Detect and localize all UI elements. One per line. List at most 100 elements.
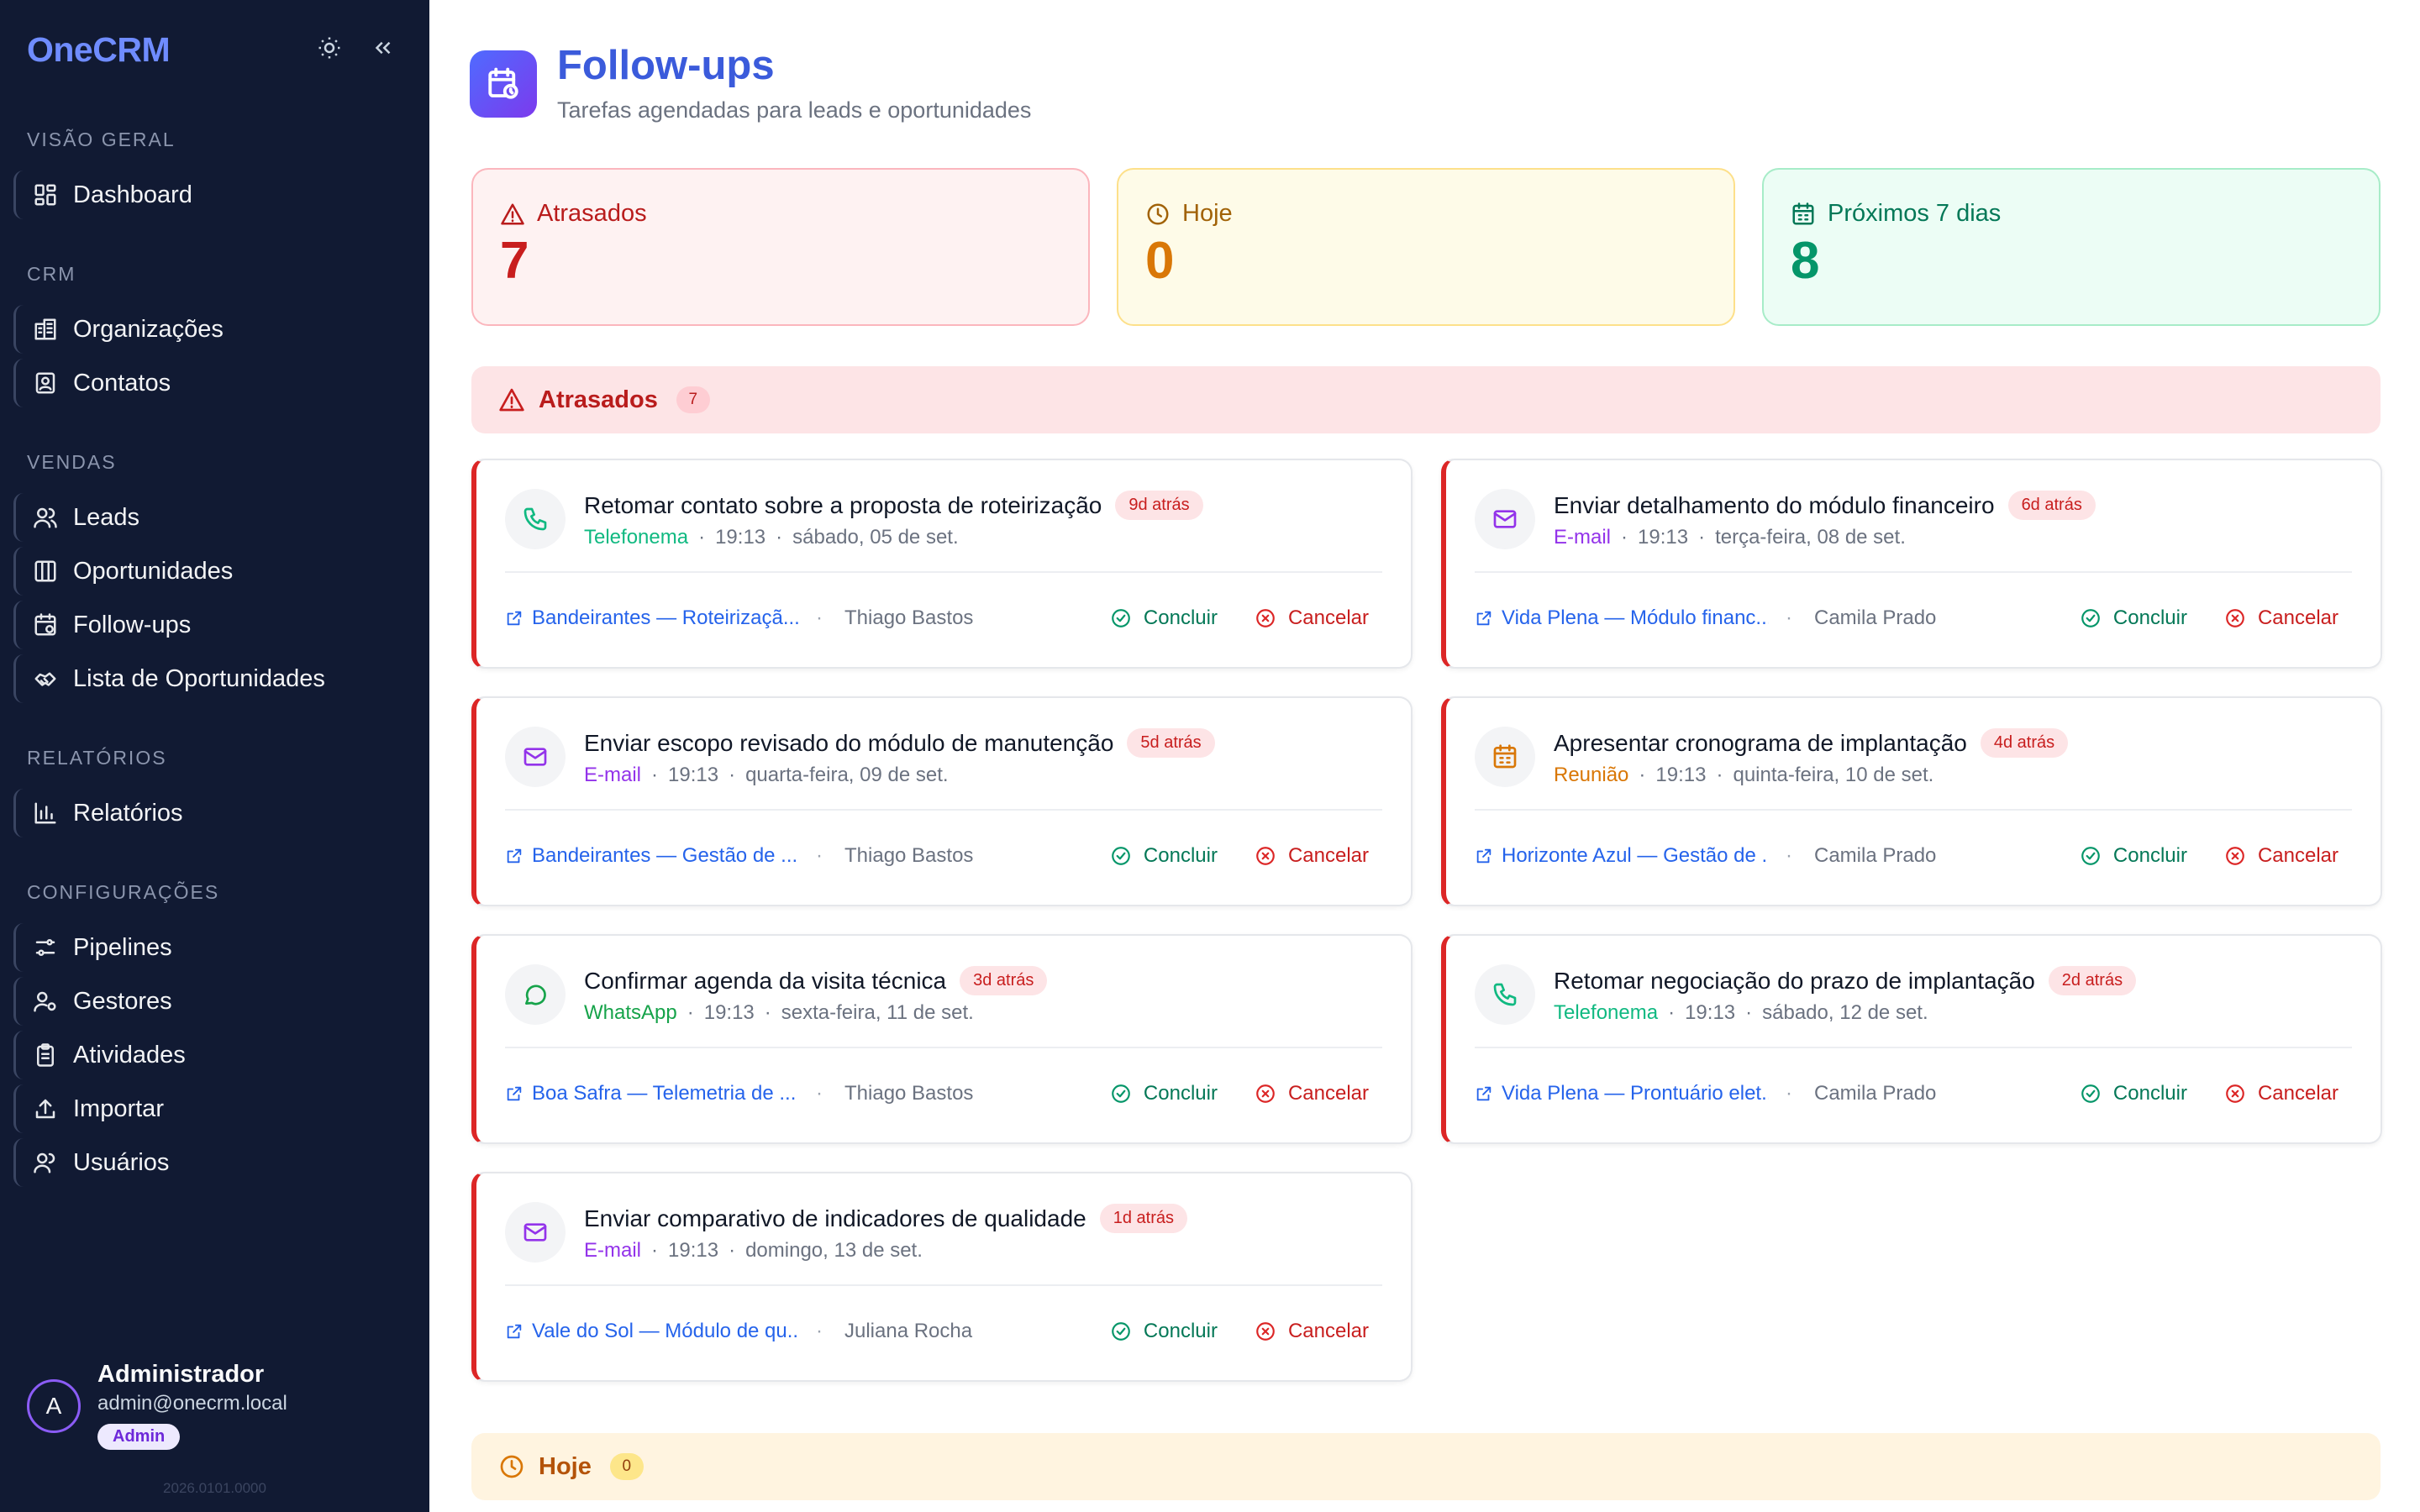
complete-button[interactable]: Concluir	[1110, 606, 1218, 630]
users-icon	[33, 505, 58, 530]
followup-card[interactable]: Retomar contato sobre a proposta de rote…	[471, 459, 1413, 669]
sidebar-item-import[interactable]: Importar	[13, 1084, 417, 1133]
group-header-today[interactable]: Hoje 0	[471, 1433, 2381, 1500]
user-icon	[33, 1150, 58, 1175]
related-record-link[interactable]: Vale do Sol — Módulo de qu...	[505, 1320, 799, 1343]
phone-icon	[523, 507, 547, 531]
section-title-overview: VISÃO GERAL	[27, 129, 176, 150]
cancel-button[interactable]: Cancelar	[1255, 606, 1369, 630]
sidebar-item-label: Organizações	[73, 315, 224, 343]
related-record-link[interactable]: Vida Plena — Módulo financ...	[1475, 606, 1769, 630]
sidebar: OneCRM VISÃO GERAL Dashboard CRM Organiz…	[0, 0, 429, 1512]
page-subtitle: Tarefas agendadas para leads e oportunid…	[557, 97, 1032, 123]
handshake-icon	[33, 666, 58, 691]
sidebar-item-contacts[interactable]: Contatos	[13, 359, 417, 407]
complete-button[interactable]: Concluir	[2080, 606, 2187, 630]
cancel-button[interactable]: Cancelar	[2224, 1082, 2338, 1105]
chevrons-left-icon[interactable]	[371, 35, 396, 65]
divider	[1475, 809, 2352, 811]
followup-card[interactable]: Enviar detalhamento do módulo financeiro…	[1441, 459, 2382, 669]
activity-time: 19:13	[1685, 1001, 1736, 1024]
activity-type: E-mail	[584, 1239, 642, 1262]
complete-button[interactable]: Concluir	[2080, 1082, 2187, 1105]
bar-chart-icon	[33, 801, 58, 826]
calendar-icon	[1475, 727, 1535, 787]
user-cog-icon	[33, 989, 58, 1014]
alert-triangle-icon	[499, 388, 524, 412]
sidebar-item-leads[interactable]: Leads	[13, 493, 417, 542]
related-record-link[interactable]: Bandeirantes — Roteirizaçã...	[505, 606, 799, 630]
cancel-button[interactable]: Cancelar	[2224, 606, 2338, 630]
group-label: Hoje	[539, 1452, 592, 1480]
cancel-button[interactable]: Cancelar	[1255, 1082, 1369, 1105]
card-title: Enviar detalhamento do módulo financeiro	[1554, 491, 1995, 518]
external-link-icon	[1476, 611, 1491, 626]
layout-grid-icon	[33, 182, 58, 207]
divider	[1475, 571, 2352, 573]
external-link-icon	[507, 611, 522, 626]
overdue-badge: 5d atrás	[1127, 728, 1215, 758]
chat-bubble-icon	[505, 964, 566, 1025]
complete-button[interactable]: Concluir	[2080, 844, 2187, 868]
user-name: Administrador	[97, 1361, 265, 1388]
cancel-button[interactable]: Cancelar	[2224, 844, 2338, 868]
brand-logo[interactable]: OneCRM	[27, 30, 171, 70]
phone-icon	[505, 489, 566, 549]
followup-card[interactable]: Enviar comparativo de indicadores de qua…	[471, 1172, 1413, 1382]
activity-date: quarta-feira, 09 de set.	[745, 764, 949, 786]
activity-time: 19:13	[1655, 764, 1707, 786]
sidebar-item-pipelines[interactable]: Pipelines	[13, 923, 417, 972]
activity-time: 19:13	[703, 1001, 755, 1024]
mail-icon	[505, 1202, 566, 1263]
stat-label: Atrasados	[537, 200, 647, 227]
activity-date: terça-feira, 08 de set.	[1715, 526, 1906, 549]
card-meta: Telefonema · 19:13 · sábado, 05 de set.	[584, 526, 959, 549]
complete-button[interactable]: Concluir	[1110, 844, 1218, 868]
stat-value: 0	[1145, 232, 1175, 290]
activity-time: 19:13	[715, 526, 766, 549]
complete-button[interactable]: Concluir	[1110, 1320, 1218, 1343]
followup-card[interactable]: Enviar escopo revisado do módulo de manu…	[471, 696, 1413, 906]
sidebar-item-organizations[interactable]: Organizações	[13, 305, 417, 354]
x-circle-icon	[1256, 609, 1275, 627]
sidebar-item-managers[interactable]: Gestores	[13, 977, 417, 1026]
related-record-link[interactable]: Boa Safra — Telemetria de ...	[505, 1082, 799, 1105]
calendar-icon	[1493, 744, 1517, 769]
x-circle-icon	[2226, 1084, 2244, 1103]
followup-card[interactable]: Apresentar cronograma de implantação 4d …	[1441, 696, 2382, 906]
card-title-row: Retomar negociação do prazo de implantaç…	[1554, 966, 2137, 995]
sidebar-item-label: Gestores	[73, 987, 172, 1015]
sidebar-item-activities[interactable]: Atividades	[13, 1031, 417, 1079]
related-record-link[interactable]: Vida Plena — Prontuário elet...	[1475, 1082, 1769, 1105]
kanban-icon	[33, 559, 58, 584]
external-link-icon	[1476, 1086, 1491, 1101]
calendar-clock-icon	[33, 612, 58, 638]
stat-label: Hoje	[1182, 200, 1233, 227]
check-circle-icon	[1112, 609, 1130, 627]
complete-button[interactable]: Concluir	[1110, 1082, 1218, 1105]
activity-time: 19:13	[1638, 526, 1689, 549]
sidebar-item-dashboard[interactable]: Dashboard	[13, 171, 417, 219]
related-record-link[interactable]: Bandeirantes — Gestão de ...	[505, 844, 799, 868]
card-footer: Vale do Sol — Módulo de qu... Juliana Ro…	[505, 1315, 1382, 1348]
cancel-button[interactable]: Cancelar	[1255, 844, 1369, 868]
card-title: Confirmar agenda da visita técnica	[584, 967, 947, 994]
activity-date: domingo, 13 de set.	[745, 1239, 923, 1262]
section-title-crm: CRM	[27, 263, 76, 285]
user-profile[interactable]: A Administrador admin@onecrm.local Admin	[27, 1361, 287, 1450]
sidebar-item-followups[interactable]: Follow-ups	[13, 601, 417, 649]
sidebar-item-reports[interactable]: Relatórios	[13, 789, 417, 837]
owner-name: Juliana Rocha	[816, 1320, 972, 1343]
followup-card[interactable]: Retomar negociação do prazo de implantaç…	[1441, 934, 2382, 1144]
sun-icon[interactable]	[317, 35, 342, 65]
cancel-button[interactable]: Cancelar	[1255, 1320, 1369, 1343]
sidebar-item-opportunity-list[interactable]: Lista de Oportunidades	[13, 654, 417, 703]
related-record-link[interactable]: Horizonte Azul — Gestão de ...	[1475, 844, 1769, 868]
card-meta: E-mail · 19:13 · terça-feira, 08 de set.	[1554, 526, 1906, 549]
owner-name: Camila Prado	[1786, 1082, 1936, 1105]
group-header-overdue[interactable]: Atrasados 7	[471, 366, 2381, 433]
sidebar-item-users[interactable]: Usuários	[13, 1138, 417, 1187]
sidebar-item-opportunities[interactable]: Oportunidades	[13, 547, 417, 596]
clock-icon	[1147, 203, 1169, 224]
followup-card[interactable]: Confirmar agenda da visita técnica 3d at…	[471, 934, 1413, 1144]
